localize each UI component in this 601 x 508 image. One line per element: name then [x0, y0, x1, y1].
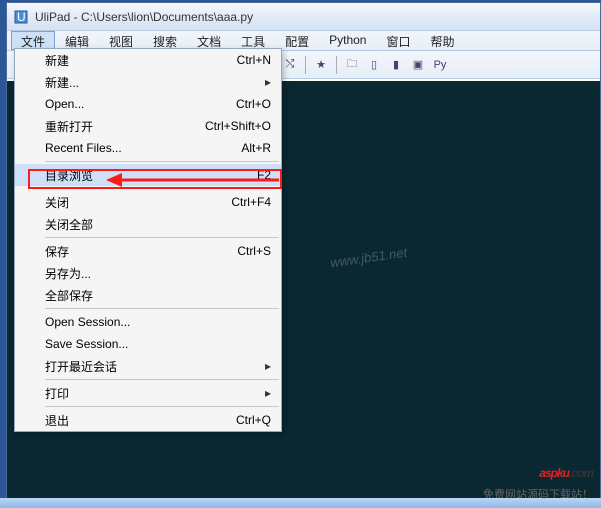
toolbar-replace-button[interactable]: ⤭	[280, 55, 300, 75]
menu-item-label: Save Session...	[45, 337, 271, 351]
menu-item-Open...[interactable]: Open...Ctrl+O	[15, 93, 281, 115]
menu-item-icon	[15, 213, 41, 235]
menu-item-icon	[15, 71, 41, 93]
submenu-arrow-icon: ▸	[265, 75, 271, 89]
menu-item-label: 新建...	[45, 74, 259, 91]
menu-item-icon	[15, 355, 41, 377]
menu-separator	[45, 308, 279, 309]
menu-item-icon	[15, 164, 41, 186]
svg-text:U: U	[17, 10, 26, 24]
menu-item-保存[interactable]: 保存Ctrl+S	[15, 240, 281, 262]
menu-item-icon	[15, 382, 41, 404]
app-icon: U	[13, 9, 29, 25]
menu-item-退出[interactable]: 退出Ctrl+Q	[15, 409, 281, 431]
menu-item-shortcut: Ctrl+Q	[236, 413, 271, 427]
menu-item-icon	[15, 284, 41, 306]
menu-item-label: 打印	[45, 385, 259, 402]
menu-item-icon	[15, 49, 41, 71]
menu-item-打开最近会话[interactable]: 打开最近会话 ▸	[15, 355, 281, 377]
menu-item-label: 保存	[45, 243, 237, 260]
menu-窗口[interactable]: 窗口	[376, 31, 420, 50]
menu-item-label: 关闭	[45, 194, 231, 211]
menu-item-icon	[15, 311, 41, 333]
site-logo: aspku.com 免费网站源码下载站！	[483, 447, 593, 502]
menu-item-label: 另存为...	[45, 265, 271, 282]
file-menu-dropdown: 新建Ctrl+N新建...▸Open...Ctrl+O重新打开Ctrl+Shif…	[14, 48, 282, 432]
menu-item-label: 新建	[45, 52, 237, 69]
submenu-arrow-icon: ▸	[265, 359, 271, 373]
menu-separator	[45, 379, 279, 380]
toolbar-python-button[interactable]: Py	[430, 55, 450, 75]
menu-item-新建[interactable]: 新建Ctrl+N	[15, 49, 281, 71]
toolbar-folder-button[interactable]: 🗀	[342, 55, 362, 75]
toolbar-panel-right-button[interactable]: ▮	[386, 55, 406, 75]
menu-item-label: Recent Files...	[45, 141, 241, 155]
menu-item-shortcut: F2	[257, 168, 271, 182]
menu-item-icon	[15, 93, 41, 115]
menu-item-icon	[15, 240, 41, 262]
menu-Python[interactable]: Python	[319, 31, 376, 50]
menu-item-shortcut: Ctrl+N	[237, 53, 271, 67]
menu-item-shortcut: Alt+R	[241, 141, 271, 155]
menu-item-label: 打开最近会话	[45, 358, 259, 375]
menu-item-shortcut: Ctrl+Shift+O	[205, 119, 271, 133]
menu-item-label: 重新打开	[45, 118, 205, 135]
menu-item-目录浏览[interactable]: 目录浏览F2	[15, 164, 281, 186]
menu-帮助[interactable]: 帮助	[420, 31, 464, 50]
menu-item-icon	[15, 409, 41, 431]
menu-item-label: 退出	[45, 412, 236, 429]
menu-item-关闭[interactable]: 关闭Ctrl+F4	[15, 191, 281, 213]
menu-item-shortcut: Ctrl+S	[237, 244, 271, 258]
menu-item-label: Open Session...	[45, 315, 271, 329]
menu-item-icon	[15, 191, 41, 213]
menu-separator	[45, 406, 279, 407]
menu-item-icon	[15, 333, 41, 355]
menu-item-Save Session...[interactable]: Save Session...	[15, 333, 281, 355]
toolbar-separator	[305, 56, 306, 74]
menu-item-打印[interactable]: 打印 ▸	[15, 382, 281, 404]
menu-item-Recent Files...[interactable]: Recent Files...Alt+R	[15, 137, 281, 159]
menu-item-Open Session...[interactable]: Open Session...	[15, 311, 281, 333]
menu-item-label: Open...	[45, 97, 236, 111]
menu-item-关闭全部[interactable]: 关闭全部	[15, 213, 281, 235]
toolbar-separator	[336, 56, 337, 74]
menu-item-icon	[15, 262, 41, 284]
menu-item-label: 关闭全部	[45, 216, 271, 233]
menu-item-label: 全部保存	[45, 287, 271, 304]
toolbar-bookmark-button[interactable]: ★	[311, 55, 331, 75]
titlebar[interactable]: U UliPad - C:\Users\lion\Documents\aaa.p…	[7, 3, 600, 31]
menu-item-label: 目录浏览	[45, 167, 257, 184]
menu-item-shortcut: Ctrl+O	[236, 97, 271, 111]
menu-item-shortcut: Ctrl+F4	[231, 195, 271, 209]
menu-item-全部保存[interactable]: 全部保存	[15, 284, 281, 306]
toolbar-terminal-button[interactable]: ▣	[408, 55, 428, 75]
taskbar-fragment	[0, 498, 601, 508]
menu-item-重新打开[interactable]: 重新打开Ctrl+Shift+O	[15, 115, 281, 137]
menu-item-icon	[15, 115, 41, 137]
menu-item-另存为...[interactable]: 另存为...	[15, 262, 281, 284]
menu-separator	[45, 188, 279, 189]
menu-separator	[45, 161, 279, 162]
menu-separator	[45, 237, 279, 238]
toolbar-panel-button[interactable]: ▯	[364, 55, 384, 75]
submenu-arrow-icon: ▸	[265, 386, 271, 400]
menu-item-icon	[15, 137, 41, 159]
window-title: UliPad - C:\Users\lion\Documents\aaa.py	[35, 10, 253, 24]
menu-item-新建...[interactable]: 新建... ▸	[15, 71, 281, 93]
